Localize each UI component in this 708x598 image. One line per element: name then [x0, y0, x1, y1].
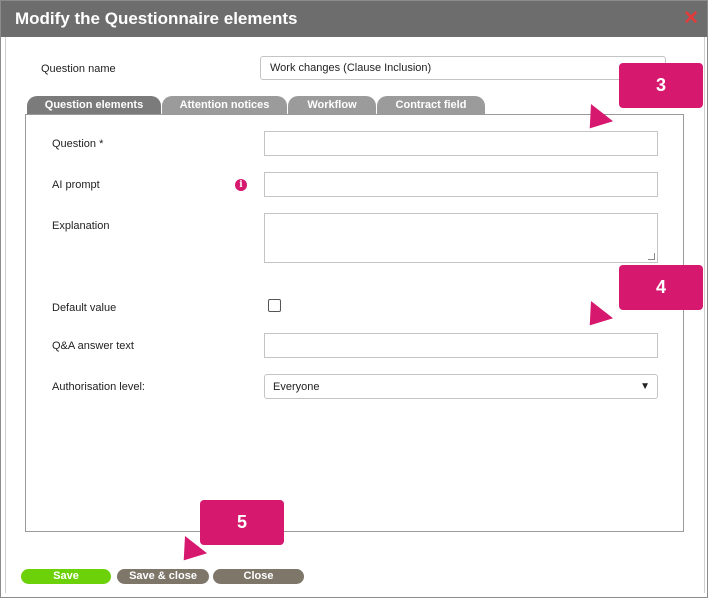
tab-question-elements[interactable]: Question elements	[27, 96, 161, 114]
qa-answer-label: Q&A answer text	[52, 340, 134, 352]
dialog-titlebar: Modify the Questionnaire elements ✕	[1, 1, 707, 37]
authorisation-value: Everyone	[273, 381, 320, 393]
close-icon[interactable]: ✕	[683, 7, 699, 30]
question-name-input[interactable]: Work changes (Clause Inclusion)	[260, 56, 666, 80]
dialog: Modify the Questionnaire elements ✕ Ques…	[0, 0, 708, 598]
tab-attention-notices[interactable]: Attention notices	[162, 96, 287, 114]
dropdown-arrow-icon: ▼	[640, 381, 650, 392]
tab-contract-field[interactable]: Contract field	[377, 96, 485, 114]
default-value-checkbox[interactable]	[268, 299, 281, 312]
default-value-label: Default value	[52, 302, 117, 314]
explanation-label: Explanation	[52, 220, 110, 232]
qa-answer-input[interactable]	[264, 333, 658, 358]
ai-prompt-input[interactable]	[264, 172, 658, 197]
info-icon[interactable]: i	[235, 179, 247, 191]
ai-prompt-label: AI prompt	[52, 179, 100, 191]
authorisation-select[interactable]: Everyone ▼	[264, 374, 658, 399]
question-label: Question *	[52, 138, 104, 150]
callout-5: 5	[200, 500, 284, 545]
resize-grip-icon[interactable]	[648, 253, 655, 260]
authorisation-label: Authorisation level:	[52, 381, 145, 393]
question-name-label: Question name	[41, 63, 116, 75]
save-button[interactable]: Save	[21, 569, 111, 584]
callout-3: 3	[619, 63, 703, 108]
tab-workflow[interactable]: Workflow	[288, 96, 376, 114]
dialog-title: Modify the Questionnaire elements	[15, 9, 298, 28]
callout-4: 4	[619, 265, 703, 310]
save-close-button[interactable]: Save & close	[117, 569, 209, 584]
explanation-textarea[interactable]	[264, 213, 658, 263]
close-button[interactable]: Close	[213, 569, 304, 584]
